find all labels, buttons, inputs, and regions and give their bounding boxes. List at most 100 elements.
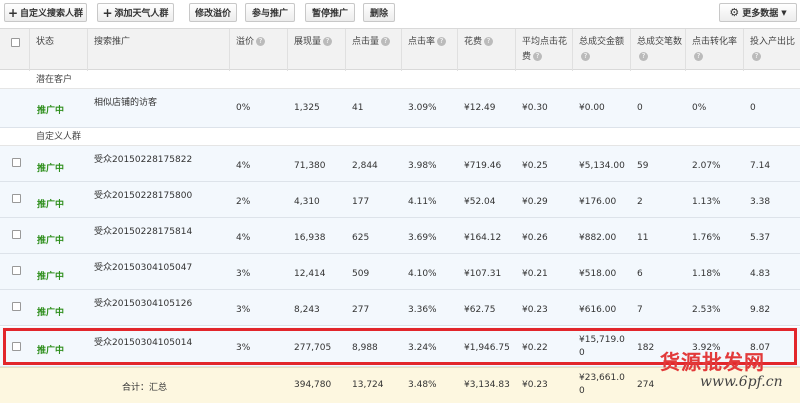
avg-cpc: ¥0.26 [522,233,548,243]
orders: 2 [637,197,643,207]
col-cvr[interactable]: 点击转化率? [686,29,744,71]
cvr: 1.13% [692,197,721,207]
col-roi[interactable]: 投入产出比? [744,29,800,71]
impressions: 71,380 [294,161,326,171]
cost: ¥164.12 [464,233,502,243]
col-orders[interactable]: 总成交笔数? [631,29,686,71]
col-clicks[interactable]: 点击量? [346,29,402,71]
col-cost[interactable]: 花费? [458,29,516,71]
orders: 11 [637,233,649,243]
impressions: 8,243 [294,305,320,315]
row-checkbox[interactable] [12,302,21,311]
chevron-down-icon: ▼ [781,8,787,17]
col-gmv[interactable]: 总成交金额? [573,29,631,71]
orders: 7 [637,305,643,315]
clicks: 509 [352,269,370,279]
cvr: 2.53% [692,305,721,315]
table-row[interactable]: 推广中 受众20150304105126 3% 8,243 277 3.36% ¥62.75… [0,290,800,326]
roi: 5.37 [750,233,771,243]
join-promotion-button[interactable]: 参与推广 [245,3,295,22]
cost: ¥12.49 [464,103,496,113]
row-checkbox[interactable] [12,266,21,275]
total-gmv: ¥23,661.0 [579,373,625,383]
modify-premium-button[interactable]: 修改溢价 [189,3,237,22]
orders: 0 [637,103,643,113]
gmv: ¥518.00 [579,269,617,279]
crowd-name[interactable]: 受众20150228175822 [94,152,192,165]
table-row[interactable]: 推广中 受众20150228175800 2% 4,310 177 4.11% ¥52.04… [0,182,800,218]
ctr: 4.10% [408,269,437,279]
table-header: 状态 搜索推广 溢价? 展现量? 点击量? 点击率? 花费? 平均点击花费? 总… [0,28,800,71]
gmv: ¥616.00 [579,305,617,315]
impressions: 12,414 [294,269,326,279]
total-cpc: ¥0.23 [522,380,548,390]
roi: 9.82 [750,305,771,315]
clicks: 277 [352,305,370,315]
premium: 3% [236,305,251,315]
premium: 4% [236,161,251,171]
help-icon: ? [533,52,543,61]
add-custom-crowd-button[interactable]: + 自定义搜索人群 [4,3,87,22]
help-icon: ? [437,37,447,46]
row-checkbox[interactable] [12,194,21,203]
add-weather-crowd-button[interactable]: + 添加天气人群 [97,3,174,22]
status-badge: 推广中 [37,164,65,174]
row-checkbox[interactable] [12,230,21,239]
crowd-name[interactable]: 受众20150304105047 [94,260,192,273]
orders: 6 [637,269,643,279]
roi: 7.14 [750,161,771,171]
total-impressions: 394,780 [294,380,332,390]
select-all-checkbox[interactable] [11,38,20,47]
gmv: ¥5,134.00 [579,161,625,171]
clicks: 177 [352,197,370,207]
cvr: 2.07% [692,161,721,171]
col-status[interactable]: 状态 [30,29,88,71]
gear-icon: ⚙ [729,6,740,19]
total-ctr: 3.48% [408,380,437,390]
premium: 0% [236,103,251,113]
status-badge: 推广中 [37,200,65,210]
table-row[interactable]: 推广中 受众20150228175814 4% 16,938 625 3.69% ¥164.… [0,218,800,254]
crowd-name[interactable]: 受众20150228175800 [94,188,192,201]
delete-button[interactable]: 删除 [363,3,395,22]
clicks: 41 [352,103,364,113]
table-row[interactable]: 推广中 受众20150304105047 3% 12,414 509 4.10% ¥107.… [0,254,800,290]
crowd-name[interactable]: 受众20150228175814 [94,224,192,237]
crowd-name[interactable]: 相似店铺的访客 [94,95,157,108]
ctr: 3.69% [408,233,437,243]
table-row[interactable]: 推广中 受众20150228175822 4% 71,380 2,844 3.98% ¥71… [0,146,800,182]
help-icon: ? [484,37,494,46]
impressions: 4,310 [294,197,320,207]
impressions: 1,325 [294,103,320,113]
watermark-url: www.6pf.cn [700,374,783,390]
row-checkbox[interactable] [12,158,21,167]
avg-cpc: ¥0.21 [522,269,548,279]
col-ctr[interactable]: 点击率? [402,29,458,71]
ctr: 3.36% [408,305,437,315]
total-orders: 274 [637,380,655,390]
cvr: 1.76% [692,233,721,243]
plus-icon: + [7,5,19,20]
watermark-logo: 货源批发网 [660,350,765,374]
col-avg-cpc[interactable]: 平均点击花费? [516,29,573,71]
col-premium[interactable]: 溢价? [230,29,288,71]
cost: ¥719.46 [464,161,502,171]
table-row[interactable]: 推广中 相似店铺的访客 0% 1,325 41 3.09% ¥12.49 ¥0.… [0,89,800,128]
help-icon: ? [694,52,703,61]
col-search-promo[interactable]: 搜索推广 [88,29,230,71]
cvr: 1.18% [692,269,721,279]
plus-icon: + [102,5,113,20]
col-impressions[interactable]: 展现量? [288,29,346,71]
avg-cpc: ¥0.25 [522,161,548,171]
pause-promotion-button[interactable]: 暂停推广 [305,3,355,22]
gmv: ¥882.00 [579,233,617,243]
avg-cpc: ¥0.29 [522,197,548,207]
crowd-name[interactable]: 受众20150304105126 [94,296,192,309]
group-header-potential: 潜在客户 [0,71,800,89]
help-icon: ? [581,52,590,61]
toolbar: + 自定义搜索人群 + 添加天气人群 修改溢价 参与推广 暂停推广 删除 ⚙ 更多数据… [0,0,800,26]
status-badge: 推广中 [37,308,65,318]
help-icon: ? [381,37,391,46]
more-data-button[interactable]: ⚙ 更多数据 ▼ [719,3,797,22]
roi: 4.83 [750,269,771,279]
